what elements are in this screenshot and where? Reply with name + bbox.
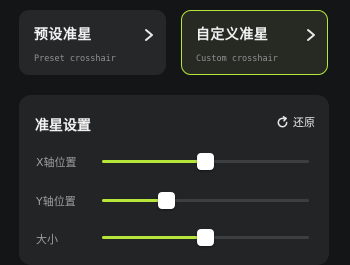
- panel-title: 准星设置: [35, 118, 91, 134]
- size-slider[interactable]: [102, 227, 309, 247]
- slider-thumb[interactable]: [197, 229, 214, 246]
- custom-crosshair-title: 自定义准星: [196, 27, 269, 43]
- slider-fill: [102, 199, 167, 202]
- preset-crosshair-title: 预设准星: [34, 27, 92, 43]
- reset-button[interactable]: 还原: [276, 114, 315, 130]
- y-position-slider[interactable]: [102, 190, 309, 210]
- size-label: 大小: [36, 233, 58, 246]
- slider-thumb[interactable]: [197, 153, 214, 170]
- slider-fill: [102, 160, 206, 163]
- x-position-label: X轴位置: [36, 156, 77, 169]
- custom-crosshair-subtitle: Custom crosshair: [196, 54, 278, 64]
- chevron-right-icon: [307, 29, 315, 41]
- preset-crosshair-card[interactable]: 预设准星 Preset crosshair: [19, 10, 166, 75]
- slider-fill: [102, 236, 206, 239]
- x-position-slider[interactable]: [102, 151, 309, 171]
- crosshair-settings-panel: 准星设置 还原 X轴位置 Y轴位置 大小: [19, 95, 329, 265]
- reset-label: 还原: [293, 116, 315, 129]
- preset-crosshair-subtitle: Preset crosshair: [34, 54, 116, 64]
- reset-icon: [277, 115, 288, 127]
- slider-thumb[interactable]: [157, 192, 175, 209]
- y-position-label: Y轴位置: [36, 195, 76, 208]
- custom-crosshair-card[interactable]: 自定义准星 Custom crosshair: [181, 10, 328, 75]
- chevron-right-icon: [145, 29, 153, 41]
